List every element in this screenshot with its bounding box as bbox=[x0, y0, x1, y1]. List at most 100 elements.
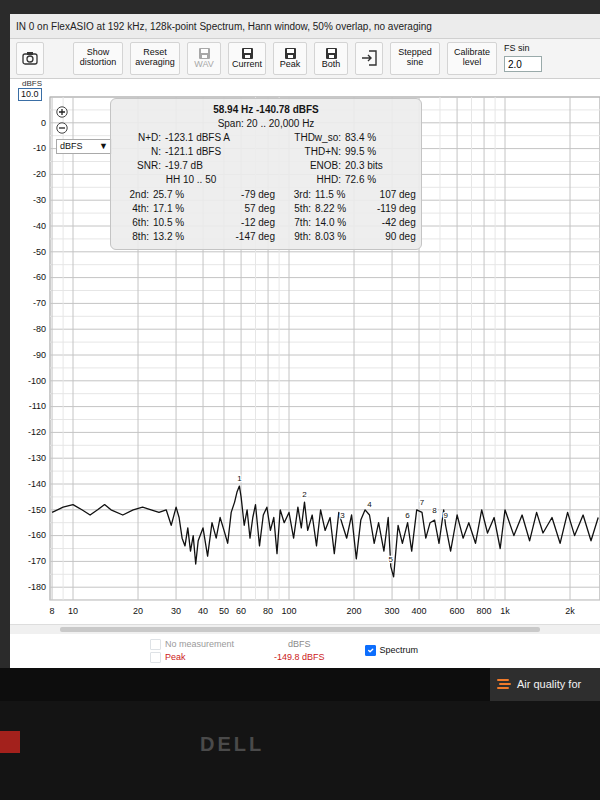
harmonic-phase: 107 deg bbox=[377, 188, 416, 202]
heat-icon bbox=[496, 676, 512, 692]
y-tick: -20 bbox=[10, 168, 46, 180]
button-label: Stepped sine bbox=[394, 48, 436, 68]
legend-checkbox[interactable] bbox=[150, 639, 161, 650]
x-tick: 40 bbox=[191, 605, 215, 617]
legend-value: -149.8 dBFS bbox=[274, 651, 325, 664]
grid-line bbox=[471, 97, 472, 600]
plot-background bbox=[50, 97, 600, 600]
window-title: IN 0 on FlexASIO at 192 kHz, 128k-point … bbox=[10, 14, 600, 39]
screen-row: IN 0 on FlexASIO at 192 kHz, 128k-point … bbox=[0, 14, 600, 668]
save-part bbox=[288, 55, 293, 58]
fs-sine-field: FS sin bbox=[504, 44, 542, 72]
grid-line bbox=[50, 586, 600, 587]
grid-line bbox=[50, 599, 600, 600]
harmonic-label: 9th: bbox=[279, 230, 311, 244]
import-button[interactable] bbox=[355, 42, 383, 75]
y-tick: -180 bbox=[10, 581, 46, 593]
cursor-readout: 58.94 Hz -140.78 dBFS bbox=[117, 103, 415, 117]
harmonic-marker: 1 bbox=[237, 474, 242, 483]
grid-line bbox=[50, 303, 600, 304]
harmonic-marker: 2 bbox=[302, 490, 307, 499]
weather-widget[interactable]: Air quality for bbox=[490, 668, 600, 701]
reset-averaging-button[interactable]: Reset averaging bbox=[130, 42, 180, 75]
grid-line bbox=[50, 445, 600, 446]
readout-value: 72.6 % bbox=[345, 173, 415, 187]
import-part bbox=[362, 55, 371, 61]
legend-unit: dBFS bbox=[274, 638, 325, 651]
grid-line bbox=[63, 97, 64, 600]
stepped-sine-button[interactable]: Stepped sine bbox=[390, 42, 440, 75]
grid-line bbox=[50, 251, 600, 252]
readout-grid: N+D:-123.1 dBFS ATHDw_so:83.4 %N:-121.1 … bbox=[117, 131, 415, 187]
y-tick: -90 bbox=[10, 349, 46, 361]
legend-checkbox[interactable] bbox=[150, 652, 161, 663]
harmonic-marker: 4 bbox=[367, 500, 372, 509]
both-button[interactable]: Both bbox=[314, 42, 348, 75]
zoom-in-button[interactable] bbox=[56, 106, 68, 118]
save-part bbox=[202, 55, 207, 58]
spectrum-trace bbox=[52, 486, 598, 577]
grid-line bbox=[50, 535, 600, 536]
laptop-photo: IN 0 on FlexASIO at 192 kHz, 128k-point … bbox=[0, 0, 600, 800]
x-tick: 20 bbox=[126, 605, 150, 617]
y-tick: -100 bbox=[10, 375, 46, 387]
calibrate-level-button[interactable]: Calibrate level bbox=[447, 42, 497, 75]
readout-label: ENOB: bbox=[269, 159, 341, 173]
readout-value: 20.3 bits bbox=[345, 159, 415, 173]
zoom-out-button[interactable] bbox=[56, 122, 68, 134]
y-tick: -150 bbox=[10, 504, 46, 516]
heat-part bbox=[498, 680, 510, 688]
grid-line bbox=[457, 97, 458, 600]
screen: IN 0 on FlexASIO at 192 kHz, 128k-point … bbox=[10, 14, 600, 668]
snapshot-button[interactable] bbox=[16, 42, 44, 75]
toolbar: Show distortionReset averagingWAVCurrent… bbox=[10, 39, 600, 79]
legend-reading: dBFS-149.8 dBFS bbox=[274, 638, 325, 664]
scroll-thumb[interactable] bbox=[60, 627, 540, 632]
fs-sine-input[interactable] bbox=[504, 56, 542, 72]
x-tick: 100 bbox=[277, 605, 301, 617]
y-tick: -170 bbox=[10, 555, 46, 567]
harmonic-label: 4th: bbox=[117, 202, 149, 216]
button-label: Peak bbox=[280, 60, 301, 70]
grid-line bbox=[484, 97, 485, 600]
harmonic-marker: 7 bbox=[420, 498, 425, 507]
y-tick: -60 bbox=[10, 271, 46, 283]
frequency-scrollbar[interactable] bbox=[10, 624, 600, 634]
harmonic-marker: 5 bbox=[389, 554, 394, 563]
grid-line bbox=[50, 432, 600, 433]
y-max-field[interactable]: 10.0 bbox=[18, 88, 42, 101]
save-part bbox=[199, 48, 210, 59]
y-tick: -10 bbox=[10, 142, 46, 154]
current-button[interactable]: Current bbox=[228, 42, 266, 75]
harmonic-phase: 90 deg bbox=[377, 230, 416, 244]
readout-value: -121.1 dBFS bbox=[165, 145, 265, 159]
grid-line bbox=[50, 393, 600, 394]
x-tick: 10 bbox=[61, 605, 85, 617]
grid-line bbox=[50, 380, 600, 381]
legend-item[interactable]: No measurement bbox=[150, 638, 234, 651]
harmonic-label: 7th: bbox=[279, 216, 311, 230]
zoom-in-icon bbox=[56, 106, 68, 118]
camera-part bbox=[23, 54, 37, 64]
save-icon bbox=[284, 47, 297, 60]
readout-label: N+D: bbox=[117, 131, 161, 145]
harmonic-value: 17.1 % bbox=[153, 202, 211, 216]
legend-checkbox[interactable] bbox=[365, 645, 376, 656]
legend-item[interactable]: Peak bbox=[150, 651, 234, 664]
harmonic-label: 6th: bbox=[117, 216, 149, 230]
zoom-in-part bbox=[59, 109, 65, 115]
save-part bbox=[245, 55, 250, 58]
legend-item[interactable]: Spectrum bbox=[365, 644, 419, 657]
button-label: Reset averaging bbox=[134, 48, 176, 68]
legend-label: Peak bbox=[165, 651, 186, 664]
spectrum-chart: 1234567890-10-20-30-40-50-60-70-80-90-10… bbox=[10, 79, 600, 624]
peak-button[interactable]: Peak bbox=[273, 42, 307, 75]
y-tick: -140 bbox=[10, 478, 46, 490]
grid-line bbox=[570, 97, 571, 600]
laptop-bezel: DELL bbox=[0, 701, 600, 800]
unit-dropdown[interactable]: dBFS▼ bbox=[56, 139, 112, 154]
save-part bbox=[285, 48, 296, 59]
y-tick: -80 bbox=[10, 323, 46, 335]
zoom-in-part bbox=[57, 107, 67, 117]
show-distortion-button[interactable]: Show distortion bbox=[73, 42, 123, 75]
